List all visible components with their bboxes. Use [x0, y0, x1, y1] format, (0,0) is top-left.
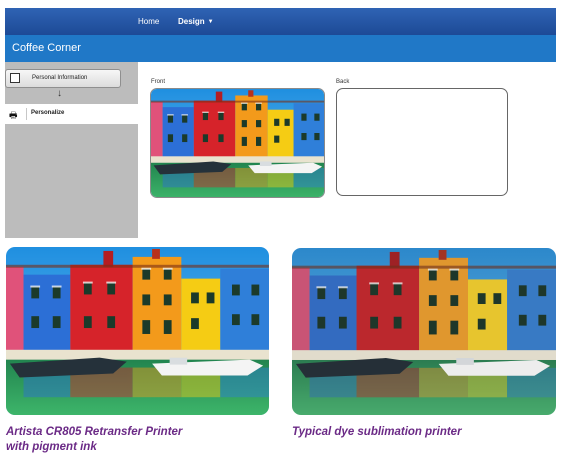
- card-front-preview[interactable]: [150, 88, 325, 198]
- printer-icon: 🖶: [9, 110, 18, 120]
- left-caption-line1: Artista CR805 Retransfer Printer: [6, 426, 183, 438]
- top-navbar: Home Design ▼: [5, 8, 556, 35]
- caret-down-icon: ▼: [207, 18, 214, 25]
- sidebar: Personal Information ↓ 🖶 Personalize: [5, 62, 138, 238]
- right-caption: Typical dye sublimation printer: [292, 426, 462, 438]
- checkbox-icon: [10, 73, 20, 83]
- step-personal-information-button[interactable]: Personal Information: [5, 69, 121, 88]
- nav-home-link[interactable]: Home: [138, 17, 159, 26]
- pigment-ink-photo: [6, 247, 269, 415]
- step-label: Personalize: [31, 110, 65, 116]
- divider: [26, 108, 27, 120]
- left-caption: Artista CR805 Retransfer Printer with pi…: [6, 425, 276, 455]
- step-personalize[interactable]: 🖶 Personalize: [5, 104, 138, 124]
- nav-design-label: Design: [178, 17, 205, 26]
- step-label: Personal Information: [32, 75, 88, 81]
- arrow-down-icon: ↓: [57, 88, 62, 99]
- front-label: Front: [151, 79, 166, 85]
- burano-houses-image: [151, 89, 324, 197]
- nav-design-menu[interactable]: Design ▼: [178, 17, 214, 26]
- dye-sublimation-photo: [292, 248, 556, 415]
- app-header: Coffee Corner: [5, 35, 556, 62]
- back-label: Back: [336, 79, 350, 85]
- card-back-preview[interactable]: [336, 88, 508, 196]
- left-caption-line2: with pigment ink: [6, 441, 97, 453]
- app-title: Coffee Corner: [12, 42, 81, 54]
